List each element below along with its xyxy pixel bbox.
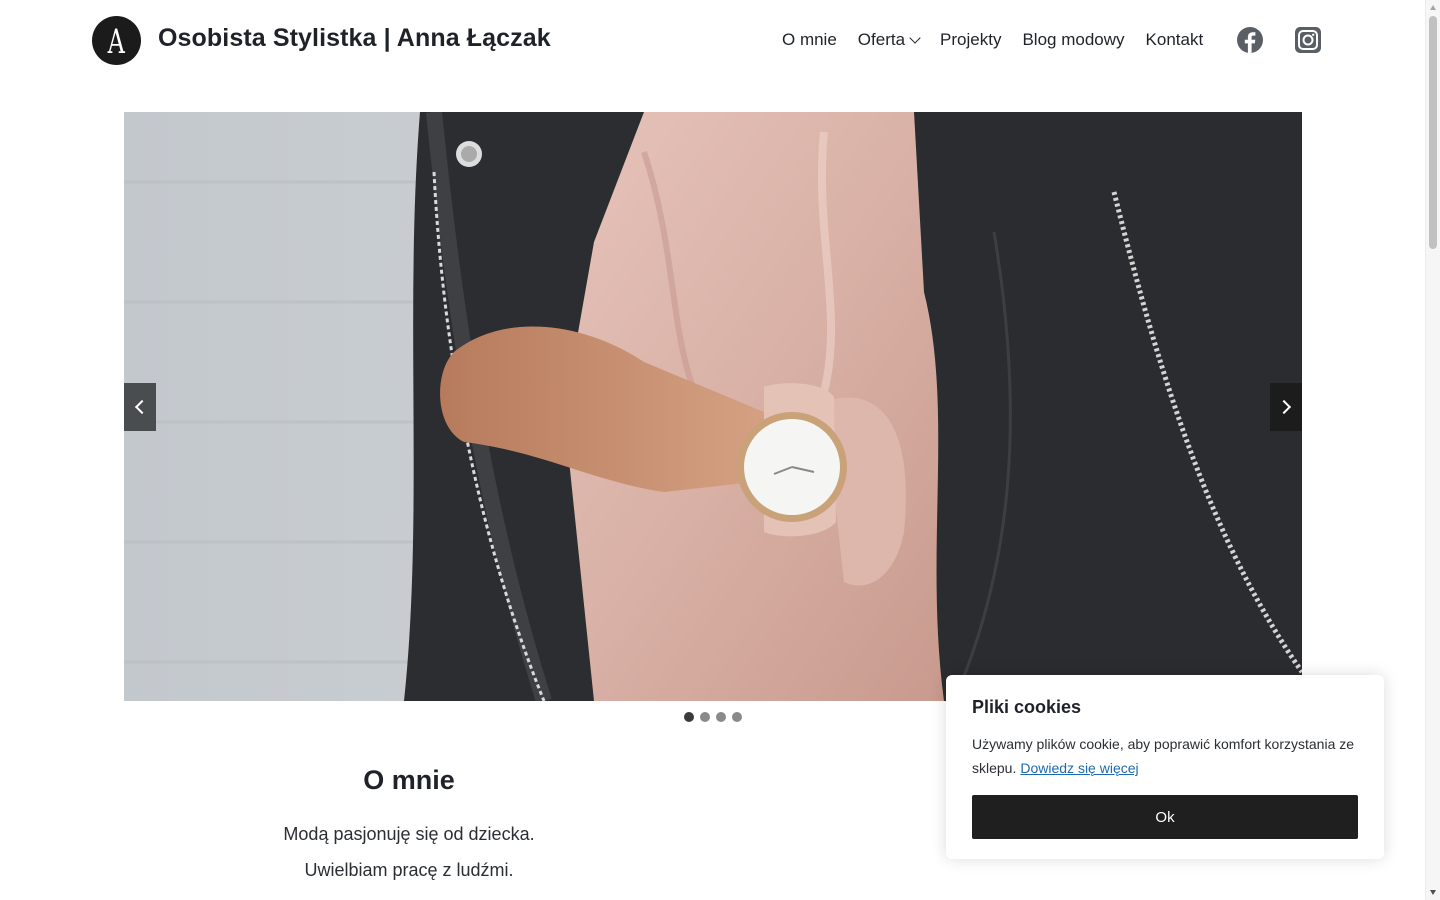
scroll-up-icon[interactable] [1430,5,1436,10]
chevron-down-icon [909,32,921,44]
about-heading: O mnie [363,765,455,795]
nav-label: Oferta [857,30,906,49]
scroll-down-icon[interactable] [1430,890,1436,895]
slider-dot-4[interactable] [732,712,742,722]
slider-dot-1[interactable] [684,712,694,722]
nav-item-kontakt[interactable]: Kontakt [1146,30,1204,50]
page-scrollbar[interactable] [1425,0,1440,900]
cookie-ok-button[interactable]: Ok [972,795,1358,839]
instagram-icon[interactable] [1294,26,1322,54]
about-text-line: Modą pasjonuję się od dziecka. [283,824,535,844]
slider-dot-2[interactable] [700,712,710,722]
slider-next-button[interactable] [1270,383,1302,431]
hero-slider-image [124,112,1302,701]
nav-item-blog[interactable]: Blog modowy [1022,30,1124,50]
nav-label: O mnie [782,30,837,49]
cookie-banner: Pliki cookies Używamy plików cookie, aby… [946,675,1384,859]
slider-pagination [684,712,742,722]
nav-label: Blog modowy [1022,30,1125,49]
chevron-left-icon [134,399,150,415]
slider-prev-button[interactable] [124,383,156,431]
nav-item-oferta[interactable]: Oferta [857,30,921,50]
site-logo[interactable]: A [92,16,141,65]
nav-item-projekty[interactable]: Projekty [940,30,1001,50]
facebook-icon[interactable] [1236,26,1264,54]
cookie-title: Pliki cookies [972,697,1082,717]
site-title[interactable]: Osobista Stylistka | Anna Łączak [158,24,551,53]
nav-label: Projekty [940,30,1002,49]
scrollbar-thumb[interactable] [1429,16,1437,249]
nav-item-o-mnie[interactable]: O mnie [782,30,837,50]
about-text-line: Uwielbiam pracę z ludźmi. [304,860,514,880]
cookie-message: Używamy plików cookie, aby poprawić komf… [972,732,1367,780]
nav-label: Kontakt [1145,30,1204,49]
cookie-learn-more-link[interactable]: Dowiedz się więcej [1020,760,1138,776]
main-nav: O mnie Oferta Projekty Blog modowy Konta… [782,30,1224,50]
site-header: A Osobista Stylistka | Anna Łączak O mni… [0,0,1425,80]
slider-dot-3[interactable] [716,712,726,722]
logo-letter: A [107,21,126,62]
chevron-right-icon [1276,399,1292,415]
